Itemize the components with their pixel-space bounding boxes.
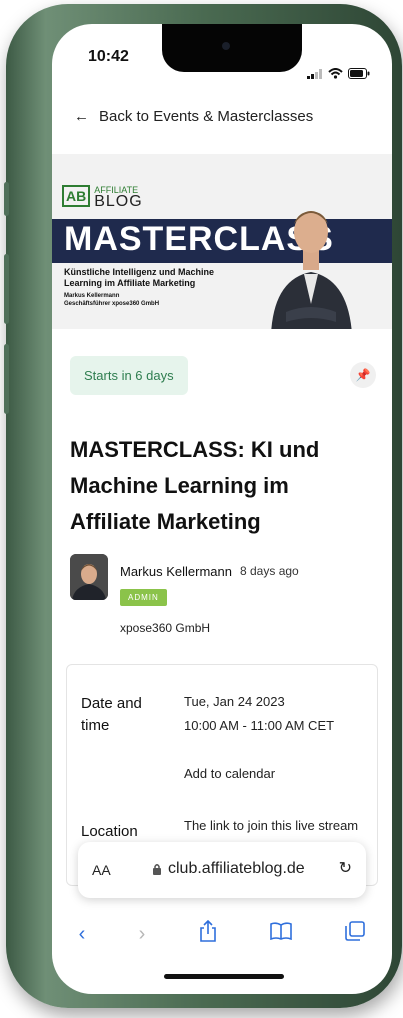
pin-button[interactable]: 📌: [350, 362, 376, 388]
add-to-calendar-link[interactable]: Add to calendar: [184, 763, 275, 785]
location-label: Location: [81, 823, 138, 840]
share-icon[interactable]: [199, 919, 217, 948]
event-date: Tue, Jan 24 2023: [184, 694, 285, 709]
browser-address-bar[interactable]: AA club.affiliateblog.de ↻: [78, 842, 366, 898]
lock-icon: [153, 864, 161, 875]
url-text: club.affiliateblog.de: [168, 860, 305, 877]
speaker-photo: [271, 211, 352, 329]
author-company: xpose360 GmbH: [120, 621, 211, 635]
banner-author-name: Markus Kellermann: [64, 293, 120, 299]
banner-author-role: Geschäftsführer xpose360 GmbH: [64, 301, 160, 307]
logo-mark: AB: [62, 185, 91, 207]
camera: [222, 42, 230, 50]
url-field[interactable]: club.affiliateblog.de: [152, 860, 305, 878]
cellular-signal-icon: [307, 68, 322, 79]
event-time: 10:00 AM - 11:00 AM CET: [184, 718, 335, 733]
browser-toolbar: ‹ ›: [52, 904, 392, 964]
banner-author: Markus Kellermann Geschäftsführer xpose3…: [64, 292, 244, 308]
date-time-label: Date and time: [81, 695, 142, 734]
status-time: 10:42: [88, 48, 129, 65]
admin-badge: ADMIN: [120, 589, 167, 606]
volume-down-button: [4, 344, 9, 414]
posted-time: 8 days ago: [240, 564, 299, 578]
bookmarks-icon[interactable]: [270, 922, 292, 946]
starts-in-badge: Starts in 6 days: [70, 356, 188, 395]
banner-subtitle: Künstliche Intelligenz und Machine Learn…: [64, 267, 215, 288]
notch: [162, 24, 302, 72]
home-indicator: [164, 974, 284, 979]
text-size-button[interactable]: AA: [92, 862, 111, 878]
wifi-icon: [328, 68, 343, 79]
location-value: The link to join this live stream: [184, 818, 359, 833]
back-link-label: Back to Events & Masterclasses: [99, 108, 314, 125]
reload-icon[interactable]: ↻: [339, 858, 352, 878]
author-avatar[interactable]: [70, 554, 108, 600]
chevron-left-icon[interactable]: ‹: [79, 923, 86, 946]
mute-switch: [4, 182, 9, 216]
battery-icon: [348, 68, 370, 79]
status-icons: [307, 68, 370, 79]
pin-icon: 📌: [355, 368, 371, 382]
tabs-icon[interactable]: [345, 921, 366, 947]
phone-screen: 10:42 ← Back to Events & Masterclasses A…: [52, 24, 392, 994]
affiliate-blog-logo: AB AFFILIATE BLOG: [62, 184, 143, 210]
event-title: MASTERCLASS: KI und Machine Learning im …: [70, 437, 320, 534]
event-banner-image: AB AFFILIATE BLOG MASTERCLASS Künstliche…: [52, 154, 392, 329]
logo-bottom-text: BLOG: [94, 193, 143, 210]
volume-up-button: [4, 254, 9, 324]
avatar-image: [70, 554, 108, 600]
back-to-events-link[interactable]: ← Back to Events & Masterclasses: [74, 108, 313, 125]
author-name[interactable]: Markus Kellermann: [120, 564, 232, 579]
arrow-left-icon: ←: [74, 108, 89, 125]
chevron-right-icon[interactable]: ›: [139, 923, 146, 946]
